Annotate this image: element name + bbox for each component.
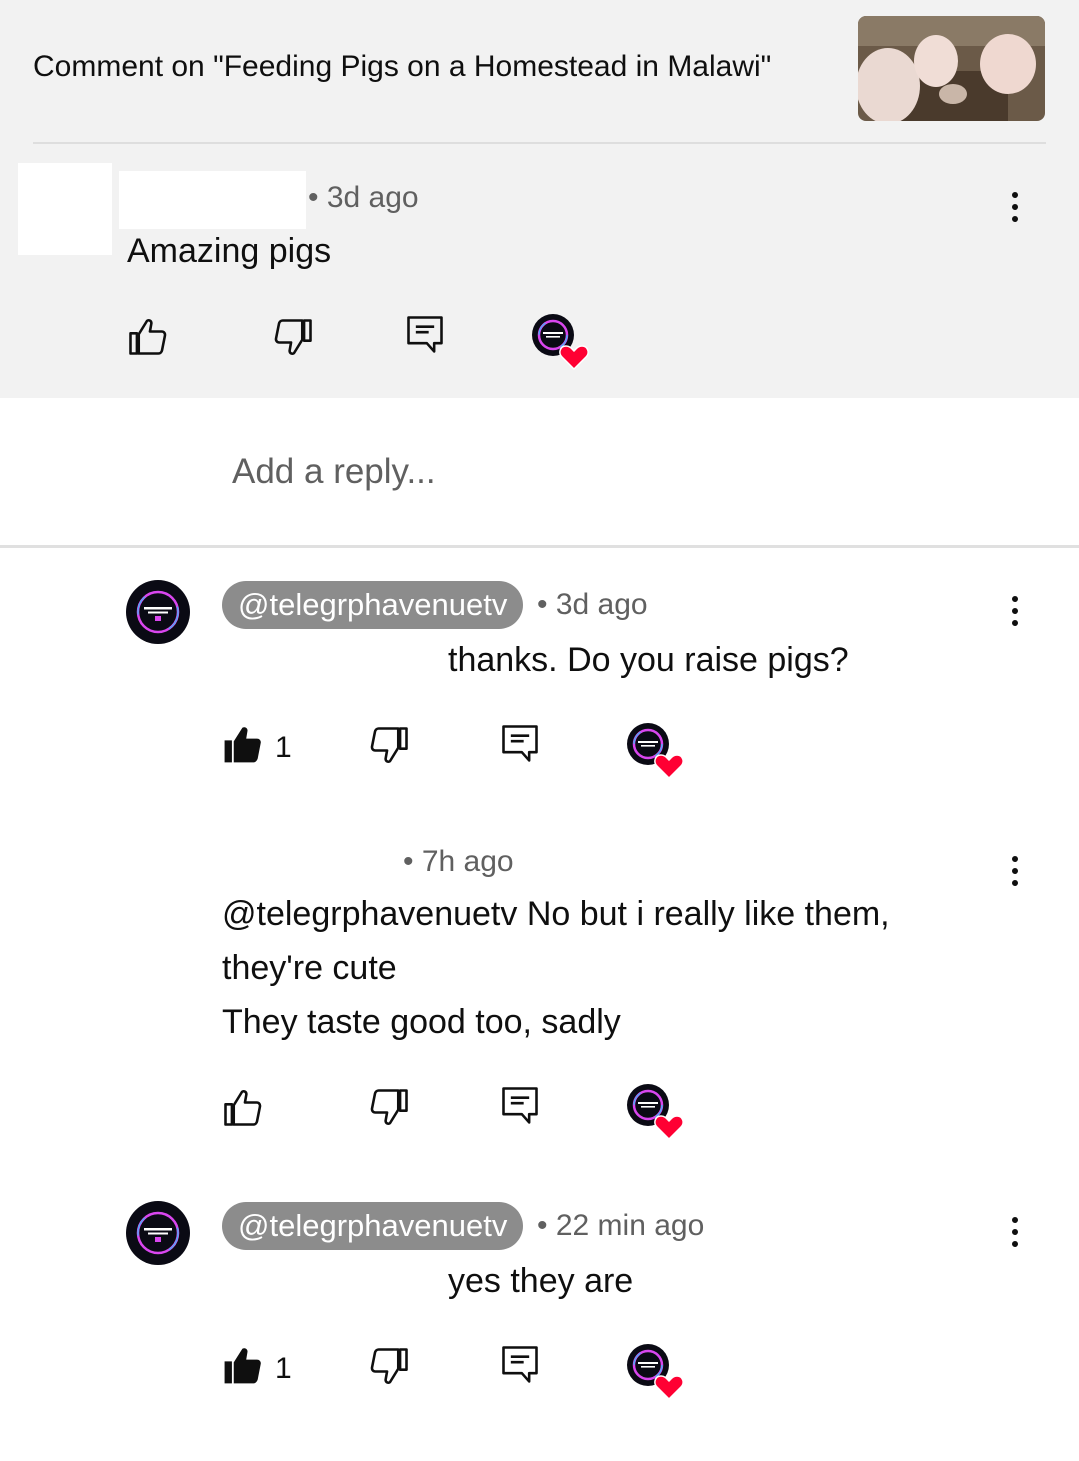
thumbs-down-icon[interactable] [272,315,316,359]
avatar[interactable] [126,580,190,644]
reply-timestamp: • 22 min ago [537,1209,705,1242]
thumbs-down-icon[interactable] [368,1344,412,1388]
reply-comment-icon[interactable] [403,312,447,356]
reply-text-line: @telegrphavenuetv No but i really like t… [222,895,890,933]
creator-heart-icon [531,313,589,371]
avatar[interactable] [126,1201,190,1265]
thumbs-up-icon[interactable] [220,1086,264,1130]
video-title[interactable]: Comment on "Feeding Pigs on a Homestead … [33,50,771,84]
thumbs-down-icon[interactable] [368,723,412,767]
reply-text: yes they are [448,1262,634,1300]
creator-heart-icon [626,1343,684,1401]
more-vert-icon[interactable] [1000,588,1030,634]
video-thumbnail[interactable] [858,16,1045,121]
more-vert-icon[interactable] [1000,848,1030,894]
reply-timestamp: • 3d ago [537,588,648,621]
channel-handle[interactable]: @telegrphavenuetv [222,1202,524,1250]
more-vert-icon[interactable] [1000,184,1030,230]
reply-text: thanks. Do you raise pigs? [448,641,849,679]
creator-heart-icon [626,1083,684,1141]
thumbs-up-icon[interactable] [125,315,169,359]
reply-comment-icon[interactable] [498,1342,542,1386]
like-count: 1 [275,731,292,764]
creator-heart-icon [626,722,684,780]
reply-input[interactable]: Add a reply... [232,452,436,492]
reply-divider [0,545,1079,548]
header-divider [33,142,1046,144]
reply-text-line: They taste good too, sadly [222,1003,621,1041]
reply-comment-icon[interactable] [498,721,542,765]
more-vert-icon[interactable] [1000,1209,1030,1255]
channel-handle[interactable]: @telegrphavenuetv [222,581,524,629]
reply-comment-icon[interactable] [498,1083,542,1127]
thumbs-up-filled-icon[interactable] [220,723,264,767]
reply-timestamp: • 7h ago [403,845,514,878]
thumbs-up-filled-icon[interactable] [220,1344,264,1388]
like-count: 1 [275,1352,292,1385]
comment-text: Amazing pigs [127,232,332,270]
avatar[interactable] [18,163,112,255]
comment-timestamp: • 3d ago [308,181,419,214]
thumbs-down-icon[interactable] [368,1085,412,1129]
author-name[interactable] [119,171,306,229]
reply-text-line: they're cute [222,949,397,987]
